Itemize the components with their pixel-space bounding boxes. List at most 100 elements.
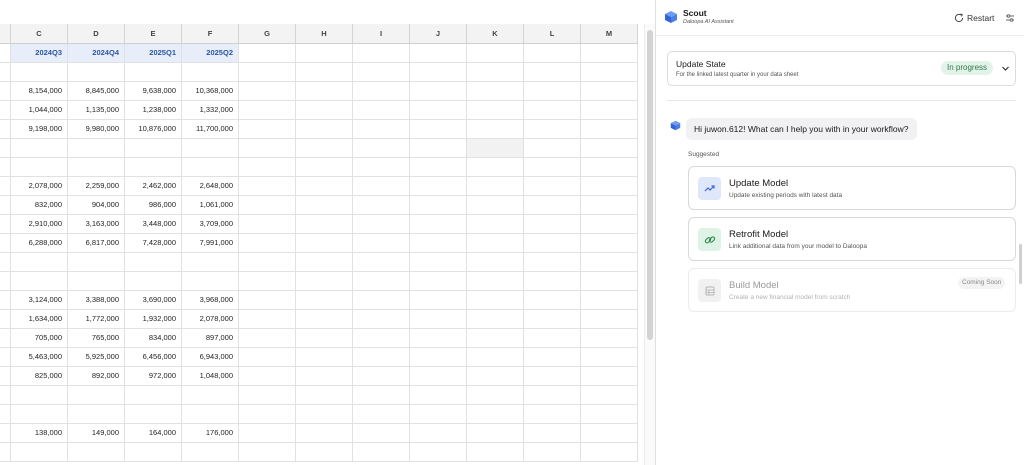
column-header[interactable]: J xyxy=(409,24,467,44)
cell[interactable] xyxy=(67,442,125,462)
cell[interactable] xyxy=(181,442,239,462)
cell[interactable] xyxy=(409,366,467,386)
cell[interactable] xyxy=(523,442,581,462)
cell[interactable] xyxy=(580,404,638,424)
cell[interactable] xyxy=(67,252,125,272)
sheet-scroll-thumb[interactable] xyxy=(647,30,653,340)
cell[interactable] xyxy=(580,100,638,120)
cell[interactable] xyxy=(523,423,581,443)
value-cell[interactable]: 3,124,000 xyxy=(10,290,68,310)
cell[interactable] xyxy=(580,347,638,367)
update-model-card[interactable]: Update Model Update existing periods wit… xyxy=(688,166,1016,210)
cell[interactable] xyxy=(409,290,467,310)
cell[interactable] xyxy=(0,404,11,424)
value-cell[interactable]: 3,709,000 xyxy=(181,214,239,234)
cell[interactable] xyxy=(67,385,125,405)
value-cell[interactable]: 1,238,000 xyxy=(124,100,182,120)
cell[interactable] xyxy=(523,62,581,82)
cell[interactable] xyxy=(352,43,410,63)
cell[interactable] xyxy=(67,138,125,158)
cell[interactable] xyxy=(466,233,524,253)
value-cell[interactable]: 834,000 xyxy=(124,328,182,348)
value-cell[interactable]: 897,000 xyxy=(181,328,239,348)
cell[interactable] xyxy=(238,252,296,272)
value-cell[interactable]: 825,000 xyxy=(10,366,68,386)
cell[interactable] xyxy=(409,176,467,196)
cell[interactable] xyxy=(409,195,467,215)
value-cell[interactable]: 2,462,000 xyxy=(124,176,182,196)
cell[interactable] xyxy=(409,347,467,367)
cell[interactable] xyxy=(181,252,239,272)
cell[interactable] xyxy=(523,385,581,405)
cell[interactable] xyxy=(0,214,11,234)
cell[interactable] xyxy=(409,214,467,234)
cell[interactable] xyxy=(238,366,296,386)
cell[interactable] xyxy=(352,176,410,196)
value-cell[interactable]: 6,456,000 xyxy=(124,347,182,367)
column-header[interactable]: F xyxy=(181,24,239,44)
cell[interactable] xyxy=(238,119,296,139)
cell[interactable] xyxy=(0,138,11,158)
column-header[interactable]: L xyxy=(523,24,581,44)
cell[interactable] xyxy=(409,81,467,101)
cell[interactable] xyxy=(409,157,467,177)
cell[interactable] xyxy=(523,347,581,367)
cell[interactable] xyxy=(0,62,11,82)
cell[interactable] xyxy=(352,138,410,158)
cell[interactable] xyxy=(352,62,410,82)
cell[interactable] xyxy=(238,214,296,234)
value-cell[interactable]: 1,332,000 xyxy=(181,100,239,120)
cell[interactable] xyxy=(523,195,581,215)
cell[interactable] xyxy=(0,385,11,405)
cell[interactable] xyxy=(0,309,11,329)
cell[interactable] xyxy=(181,404,239,424)
cell[interactable] xyxy=(0,176,11,196)
restart-button[interactable]: Restart xyxy=(954,11,994,25)
cell[interactable] xyxy=(0,195,11,215)
cell[interactable] xyxy=(466,176,524,196)
value-cell[interactable]: 164,000 xyxy=(124,423,182,443)
cell[interactable] xyxy=(409,385,467,405)
cell[interactable] xyxy=(523,138,581,158)
cell[interactable] xyxy=(295,366,353,386)
value-cell[interactable]: 5,925,000 xyxy=(67,347,125,367)
update-state-card[interactable]: Update State For the linked latest quart… xyxy=(667,51,1016,86)
cell[interactable] xyxy=(0,43,11,63)
value-cell[interactable]: 10,876,000 xyxy=(124,119,182,139)
value-cell[interactable]: 149,000 xyxy=(67,423,125,443)
cell[interactable] xyxy=(352,195,410,215)
value-cell[interactable]: 892,000 xyxy=(67,366,125,386)
cell[interactable] xyxy=(67,62,125,82)
column-header[interactable]: D xyxy=(67,24,125,44)
cell[interactable] xyxy=(466,385,524,405)
cell[interactable] xyxy=(409,442,467,462)
cell[interactable] xyxy=(238,442,296,462)
cell[interactable] xyxy=(352,423,410,443)
cell[interactable] xyxy=(295,233,353,253)
cell[interactable] xyxy=(124,271,182,291)
cell[interactable] xyxy=(295,309,353,329)
value-cell[interactable]: 3,388,000 xyxy=(67,290,125,310)
cell[interactable] xyxy=(295,100,353,120)
chevron-down-icon[interactable] xyxy=(1001,64,1010,73)
cell[interactable] xyxy=(580,328,638,348)
cell[interactable] xyxy=(295,119,353,139)
cell[interactable] xyxy=(409,119,467,139)
cell[interactable] xyxy=(352,290,410,310)
cell[interactable] xyxy=(0,157,11,177)
value-cell[interactable]: 3,448,000 xyxy=(124,214,182,234)
cell[interactable] xyxy=(295,252,353,272)
cell[interactable] xyxy=(295,271,353,291)
cell[interactable] xyxy=(295,81,353,101)
cell[interactable] xyxy=(238,81,296,101)
cell[interactable] xyxy=(523,252,581,272)
value-cell[interactable]: 2,910,000 xyxy=(10,214,68,234)
cell[interactable] xyxy=(0,81,11,101)
value-cell[interactable]: 7,428,000 xyxy=(124,233,182,253)
cell[interactable] xyxy=(10,138,68,158)
value-cell[interactable]: 6,943,000 xyxy=(181,347,239,367)
cell[interactable] xyxy=(238,404,296,424)
value-cell[interactable]: 2,078,000 xyxy=(10,176,68,196)
cell[interactable] xyxy=(409,423,467,443)
cell[interactable] xyxy=(580,442,638,462)
